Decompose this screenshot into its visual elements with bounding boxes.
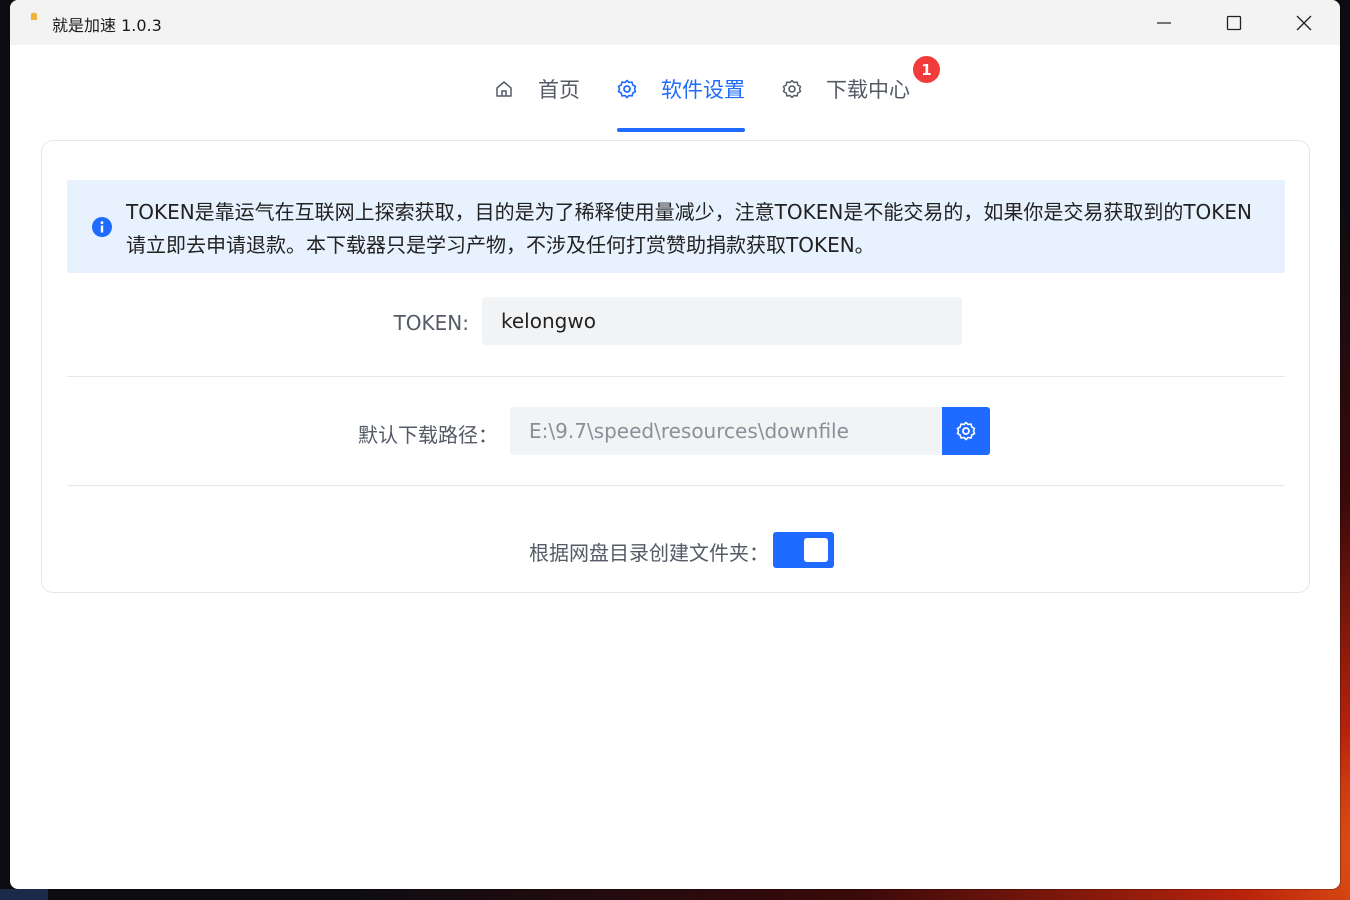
minimize-button[interactable] [1129, 0, 1199, 45]
download-path-label: 默认下载路径： [358, 423, 498, 447]
toggle-knob [804, 538, 828, 562]
gear-icon [782, 79, 802, 99]
minimize-icon [1157, 21, 1171, 24]
main-tabs: 首页 软件设置 下载中心 [10, 45, 1340, 132]
settings-card: TOKEN是靠运气在互联网上探索获取，目的是为了稀释使用量减少，注意TOKEN是… [41, 140, 1310, 593]
tab-settings[interactable]: 软件设置 [617, 45, 745, 132]
notification-badge: 1 [911, 54, 942, 85]
token-input[interactable] [482, 297, 962, 345]
divider [67, 376, 1285, 377]
maximize-icon [1226, 15, 1242, 30]
token-label: TOKEN: [393, 311, 469, 335]
tab-settings-label: 软件设置 [661, 77, 745, 102]
gear-icon [956, 421, 976, 441]
close-icon [1296, 15, 1312, 30]
download-path-input[interactable] [510, 407, 942, 455]
choose-path-button[interactable] [942, 407, 990, 455]
taskbar-fragment [0, 889, 48, 900]
tab-home-label: 首页 [538, 77, 580, 102]
close-button[interactable] [1269, 0, 1339, 45]
info-icon [92, 217, 112, 237]
app-logo-icon [31, 12, 37, 20]
notice-banner: TOKEN是靠运气在互联网上探索获取，目的是为了稀释使用量减少，注意TOKEN是… [67, 180, 1285, 273]
home-icon [494, 79, 514, 99]
create-folder-toggle[interactable] [773, 532, 834, 568]
tab-download-center-label: 下载中心 [826, 77, 910, 102]
gear-icon [617, 79, 637, 99]
title-bar[interactable]: 就是加速 1.0.3 [10, 0, 1340, 45]
maximize-button[interactable] [1199, 0, 1269, 45]
notice-text: TOKEN是靠运气在互联网上探索获取，目的是为了稀释使用量减少，注意TOKEN是… [126, 200, 1253, 257]
window-title: 就是加速 1.0.3 [52, 16, 162, 35]
tab-download-center[interactable]: 下载中心 [782, 45, 910, 132]
create-folder-label: 根据网盘目录创建文件夹： [529, 541, 769, 565]
app-window: 就是加速 1.0.3 首页 软件设置 下载中心 1 TOKEN是靠运气在互联网上… [10, 0, 1340, 889]
divider [67, 485, 1285, 486]
tab-home[interactable]: 首页 [494, 45, 580, 132]
